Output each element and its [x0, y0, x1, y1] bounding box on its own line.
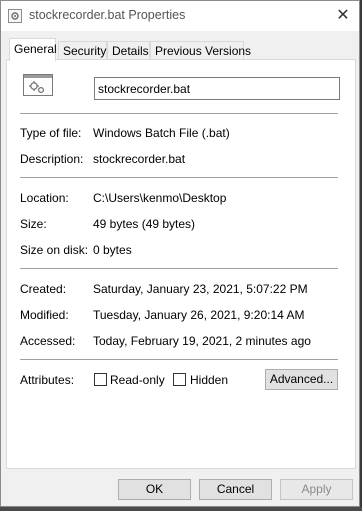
description-label: Description:	[20, 152, 84, 166]
separator	[20, 113, 338, 114]
modified-value: Tuesday, January 26, 2021, 9:20:14 AM	[93, 308, 305, 322]
separator	[20, 359, 338, 360]
readonly-checkbox[interactable]	[94, 373, 107, 386]
general-panel: Type of file: Windows Batch File (.bat) …	[6, 59, 356, 469]
hidden-checkbox[interactable]	[173, 373, 186, 386]
cancel-button[interactable]: Cancel	[199, 479, 272, 500]
properties-dialog: stockrecorder.bat Properties ✕ General S…	[0, 0, 360, 507]
tab-general[interactable]: General	[9, 38, 57, 61]
location-label: Location:	[20, 191, 69, 205]
location-value: C:\Users\kenmo\Desktop	[93, 191, 227, 205]
separator	[20, 177, 338, 178]
file-name-input[interactable]	[94, 77, 340, 100]
apply-button[interactable]: Apply	[280, 479, 353, 500]
batch-file-icon	[8, 9, 22, 23]
type-label: Type of file:	[20, 126, 82, 140]
tab-security[interactable]: Security	[58, 41, 107, 59]
ok-button[interactable]: OK	[118, 479, 191, 500]
title-bar: stockrecorder.bat Properties ✕	[1, 1, 359, 31]
gear-file-icon	[23, 74, 53, 96]
type-value: Windows Batch File (.bat)	[93, 126, 230, 140]
tab-details[interactable]: Details	[107, 41, 150, 59]
readonly-label[interactable]: Read-only	[110, 373, 165, 387]
tab-previous-versions[interactable]: Previous Versions	[150, 41, 251, 59]
hidden-label[interactable]: Hidden	[190, 373, 228, 387]
accessed-value: Today, February 19, 2021, 2 minutes ago	[93, 334, 311, 348]
accessed-label: Accessed:	[20, 334, 76, 348]
advanced-button[interactable]: Advanced...	[265, 369, 338, 390]
window-title: stockrecorder.bat Properties	[29, 8, 186, 22]
desktop-background	[0, 507, 362, 511]
size-on-disk-value: 0 bytes	[93, 243, 132, 257]
modified-label: Modified:	[20, 308, 69, 322]
created-value: Saturday, January 23, 2021, 5:07:22 PM	[93, 282, 308, 296]
attributes-label: Attributes:	[20, 373, 75, 387]
size-on-disk-label: Size on disk:	[20, 243, 89, 257]
created-label: Created:	[20, 282, 67, 296]
close-button[interactable]: ✕	[333, 6, 353, 26]
size-value: 49 bytes (49 bytes)	[93, 217, 196, 231]
description-value: stockrecorder.bat	[93, 152, 186, 166]
separator	[20, 268, 338, 269]
size-label: Size:	[20, 217, 47, 231]
